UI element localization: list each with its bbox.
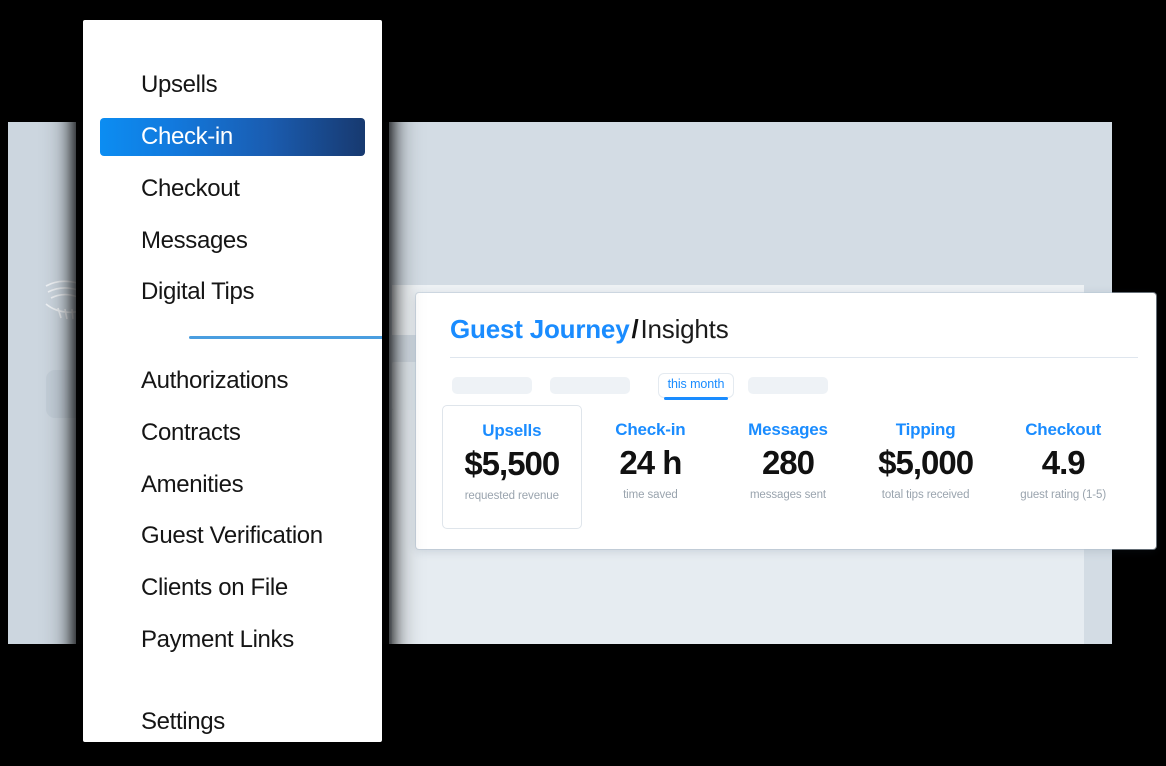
menu-item-guest-verification[interactable]: Guest Verification (100, 517, 365, 555)
page-title-section: Insights (640, 314, 729, 344)
kpi-label: Messages (748, 420, 828, 439)
menu-item-label: Guest Verification (141, 522, 323, 549)
tab-active-underline (664, 396, 728, 400)
menu-item-label: Settings (141, 708, 225, 735)
page-title-brand[interactable]: Guest Journey (450, 314, 630, 344)
kpi-card-tipping[interactable]: Tipping $5,000 total tips received (857, 405, 995, 529)
menu-item-checkout[interactable]: Checkout (100, 170, 365, 208)
menu-item-check-in[interactable]: Check-in (100, 118, 365, 156)
tab-placeholder-3[interactable] (748, 377, 828, 394)
kpi-card-checkout[interactable]: Checkout 4.9 guest rating (1-5) (994, 405, 1132, 529)
menu-item-label: Checkout (141, 175, 240, 202)
kpi-card-upsells[interactable]: Upsells $5,500 requested revenue (442, 405, 582, 529)
insights-tab-row: this month (452, 373, 1142, 400)
kpi-label: Check-in (615, 420, 686, 439)
kpi-value: $5,500 (464, 445, 560, 482)
kpi-value: 24 h (619, 444, 682, 481)
kpi-caption: requested revenue (464, 490, 559, 502)
menu-item-digital-tips[interactable]: Digital Tips (100, 273, 365, 311)
kpi-value: $5,000 (878, 444, 974, 481)
tab-placeholder-2[interactable] (550, 377, 630, 394)
kpi-caption: time saved (623, 489, 678, 501)
kpi-value: 4.9 (1041, 444, 1086, 481)
menu-item-label: Authorizations (141, 367, 289, 394)
screenshot-canvas: Guest Journey/Insights this month Upsell… (0, 0, 1166, 766)
kpi-value: 280 (761, 444, 815, 481)
kpi-caption: guest rating (1-5) (1020, 489, 1107, 501)
menu-item-settings[interactable]: Settings (100, 703, 365, 741)
tab-this-month[interactable]: this month (658, 373, 734, 400)
menu-item-label: Check-in (141, 123, 233, 150)
kpi-caption: messages sent (749, 489, 826, 501)
menu-item-label: Payment Links (141, 626, 294, 653)
menu-item-authorizations[interactable]: Authorizations (100, 362, 365, 400)
menu-item-messages[interactable]: Messages (100, 222, 365, 260)
kpi-row: Upsells $5,500 requested revenue Check-in 24… (442, 405, 1132, 529)
menu-section-divider (189, 336, 382, 339)
menu-item-label: Amenities (141, 471, 244, 498)
kpi-card-messages[interactable]: Messages 280 messages sent (719, 405, 857, 529)
menu-item-label: Digital Tips (141, 278, 255, 305)
insights-card: Guest Journey/Insights this month Upsell… (416, 293, 1156, 549)
menu-item-label: Messages (141, 227, 248, 254)
title-divider (450, 357, 1138, 358)
menu-item-label: Upsells (141, 71, 218, 98)
menu-item-amenities[interactable]: Amenities (100, 466, 365, 504)
page-title: Guest Journey/Insights (450, 314, 729, 345)
menu-item-label: Clients on File (141, 574, 288, 601)
kpi-label: Upsells (482, 421, 542, 440)
tab-this-month-label: this month (667, 377, 725, 391)
menu-item-clients-on-file[interactable]: Clients on File (100, 569, 365, 607)
tab-placeholder-1[interactable] (452, 377, 532, 394)
page-title-separator: / (631, 314, 639, 344)
kpi-label: Checkout (1025, 420, 1102, 439)
menu-item-upsells[interactable]: Upsells (100, 66, 365, 104)
navigation-flyout-menu: Upsells Check-in Checkout Messages Digital T… (83, 20, 382, 742)
menu-item-label: Contracts (141, 419, 241, 446)
kpi-label: Tipping (895, 420, 956, 439)
menu-item-payment-links[interactable]: Payment Links (100, 621, 365, 659)
menu-item-contracts[interactable]: Contracts (100, 414, 365, 452)
kpi-caption: total tips received (881, 489, 970, 501)
kpi-card-check-in[interactable]: Check-in 24 h time saved (582, 405, 720, 529)
